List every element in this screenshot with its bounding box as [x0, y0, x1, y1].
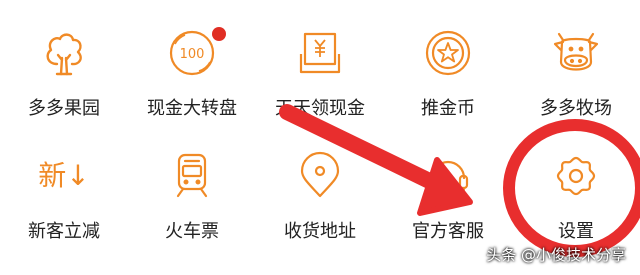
new-arrow-icon: 新↓ [39, 150, 89, 200]
menu-item-shipping-address[interactable]: 收货地址 [256, 0, 384, 242]
menu-item-new-customer-discount[interactable]: 新↓ 新客立减 [0, 0, 128, 242]
menu-item-label: 火车票 [165, 221, 219, 242]
menu-item-settings[interactable]: 设置 [512, 0, 640, 242]
menu-item-label: 新客立减 [28, 221, 100, 242]
train-icon [167, 150, 217, 200]
menu-item-customer-service[interactable]: 官方客服 [384, 0, 512, 242]
menu-grid: 多多果园 100 现金大转盘 天天领现金 推金币 多多牧场 新↓ 新客立减 火车… [0, 0, 640, 275]
gear-icon [551, 150, 601, 200]
headset-icon [423, 150, 473, 200]
location-pin-icon [295, 150, 345, 200]
new-arrow-glyph: 新↓ [39, 159, 89, 192]
menu-item-train-tickets[interactable]: 火车票 [128, 0, 256, 242]
menu-item-label: 官方客服 [412, 221, 484, 242]
menu-item-label: 设置 [558, 221, 594, 242]
watermark-text: 头条 @小俊技术分享 [486, 246, 626, 264]
menu-item-label: 收货地址 [284, 221, 356, 242]
